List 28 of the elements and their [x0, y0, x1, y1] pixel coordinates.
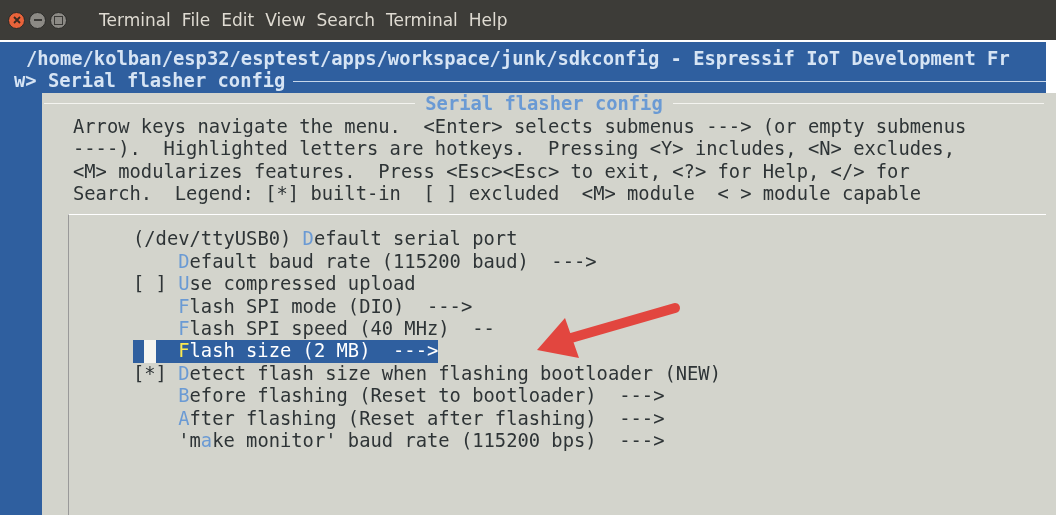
minimize-button[interactable] — [29, 11, 46, 29]
maximize-button[interactable] — [50, 11, 67, 29]
menu-item[interactable]: Before flashing (Reset to bootloader) ---> — [133, 385, 665, 408]
menu-item[interactable]: Search — [316, 10, 375, 30]
menu-item[interactable]: Edit — [221, 10, 255, 30]
help-text: ----). Highlighted letters are hotkeys. Pressing <Y> includes, <N> excludes, — [73, 138, 956, 161]
close-icon — [11, 15, 22, 25]
breadcrumb: w> Serial flasher config — [14, 70, 286, 93]
menu-item[interactable]: Flash SPI mode (DIO) ---> — [133, 295, 473, 318]
menu-item[interactable]: Flash size (2 MB) ---> — [133, 340, 439, 363]
menu-item[interactable]: [ ] Use compressed upload — [133, 273, 416, 296]
terminal-line: /home/kolban/esp32/esptest/apps/workspace/junk/sdkconfig - Espressif IoT Development Fr — [25, 48, 1011, 71]
close-button[interactable] — [8, 11, 25, 29]
menu-item[interactable]: Terminal — [385, 10, 458, 30]
menu-item[interactable]: Default baud rate (115200 baud) ---> — [133, 250, 597, 274]
help-text: Search. Legend: [*] built-in [ ] excluded <M> module < > module capable — [73, 183, 923, 206]
dialog-title: Serial flasher config — [424, 93, 664, 115]
menu-item[interactable]: 'make monitor' baud rate (115200 bps) ---> — [133, 429, 665, 453]
menu-item[interactable]: After flashing (Reset after flashing) ---> — [133, 407, 665, 430]
menu-item[interactable]: File — [181, 10, 211, 30]
menu-item[interactable]: Terminal — [99, 10, 171, 30]
menu-item[interactable]: (/dev/ttyUSB0) Default serial port — [133, 228, 518, 251]
menu-item[interactable]: Flash SPI speed (40 MHz) -- — [133, 318, 495, 341]
menu-item[interactable]: [*] Detect flash size when flashing bootloader (NEW) — [133, 362, 721, 386]
menu-item[interactable]: View — [265, 10, 306, 30]
help-text: Arrow keys navigate the menu. <Enter> selects submenus ---> (or empty submenus — [73, 115, 968, 139]
menu-item[interactable]: Help — [468, 10, 508, 30]
help-text: <M> modularizes features. Press <Esc><Esc> to exit, <?> for Help, </> for — [73, 160, 911, 184]
